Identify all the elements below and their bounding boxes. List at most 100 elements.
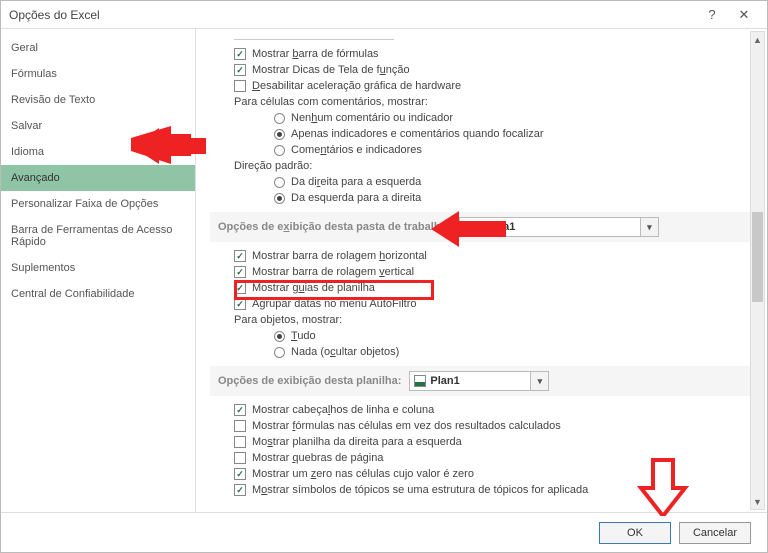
radio-icon[interactable] [274,331,285,342]
option-sheet-rtl[interactable]: Mostrar planilha da direita para a esque… [210,434,753,450]
checkbox-icon[interactable] [234,468,246,480]
sheet-icon [414,375,426,387]
radio-icon[interactable] [274,177,285,188]
checkbox-icon[interactable] [234,266,246,278]
sidebar-item-faixa[interactable]: Personalizar Faixa de Opções [1,191,195,217]
option-label: Mostrar guias de planilha [252,282,375,294]
option-label: Mostrar Dicas de Tela de função [252,64,410,76]
category-sidebar: Geral Fórmulas Revisão de Texto Salvar I… [1,29,196,512]
scroll-up-icon[interactable]: ▲ [751,32,764,47]
direction-heading: Direção padrão: [210,158,753,174]
checkbox-icon[interactable] [234,80,246,92]
sidebar-item-barra-acesso[interactable]: Barra de Ferramentas de Acesso Rápido [1,217,195,255]
checkbox-icon[interactable] [234,404,246,416]
radio-icon[interactable] [274,129,285,140]
option-formula-bar[interactable]: Mostrar barra de fórmulas [210,46,753,62]
chevron-down-icon[interactable]: ▾ [530,372,548,390]
help-button[interactable]: ? [697,5,727,25]
comments-heading: Para células com comentários, mostrar: [210,94,753,110]
checkbox-icon[interactable] [234,48,246,60]
option-show-formulas[interactable]: Mostrar fórmulas nas células em vez dos … [210,418,753,434]
checkbox-icon[interactable] [234,452,246,464]
cancel-button[interactable]: Cancelar [679,522,751,544]
separator [234,39,394,40]
option-row-col-headers[interactable]: Mostrar cabeçalhos de linha e coluna [210,402,753,418]
titlebar: Opções do Excel ? ✕ [1,1,767,29]
sidebar-item-geral[interactable]: Geral [1,35,195,61]
dropdown-value: X Pasta1 [464,221,523,233]
workbook-dropdown[interactable]: X Pasta1 ▾ [459,217,659,237]
option-label: Mostrar cabeçalhos de linha e coluna [252,404,434,416]
option-direction-ltr[interactable]: Da esquerda para a direita [210,190,753,206]
vertical-scrollbar[interactable]: ▲ ▼ [750,31,765,510]
checkbox-icon[interactable] [234,420,246,432]
checkbox-icon[interactable] [234,298,246,310]
scroll-down-icon[interactable]: ▼ [751,494,764,509]
option-label: Nenhum comentário ou indicador [291,112,453,124]
option-h-scroll[interactable]: Mostrar barra de rolagem horizontal [210,248,753,264]
option-label: Comentários e indicadores [291,144,422,156]
option-label: Mostrar barra de fórmulas [252,48,379,60]
checkbox-icon[interactable] [234,282,246,294]
dropdown-value: Plan1 [414,375,467,387]
sidebar-item-formulas[interactable]: Fórmulas [1,61,195,87]
option-label: Mostrar símbolos de tópicos se uma estru… [252,484,588,496]
option-disable-hw-accel[interactable]: Desabilitar aceleração gráfica de hardwa… [210,78,753,94]
option-comments-none[interactable]: Nenhum comentário ou indicador [210,110,753,126]
sheet-dropdown[interactable]: Plan1 ▾ [409,371,549,391]
radio-icon[interactable] [274,193,285,204]
section-workbook-display: Opções de exibição desta pasta de trabal… [210,212,753,242]
option-outline-symbols[interactable]: Mostrar símbolos de tópicos se uma estru… [210,482,753,498]
option-v-scroll[interactable]: Mostrar barra de rolagem vertical [210,264,753,280]
option-objects-none[interactable]: Nada (ocultar objetos) [210,344,753,360]
option-label: Da direita para a esquerda [291,176,421,188]
option-label: Apenas indicadores e comentários quando … [291,128,544,140]
option-label: Mostrar planilha da direita para a esque… [252,436,462,448]
option-label: Agrupar datas no menu AutoFiltro [252,298,417,310]
sidebar-item-avancado[interactable]: Avançado [1,165,195,191]
close-button[interactable]: ✕ [729,5,759,25]
option-label: Mostrar um zero nas células cujo valor é… [252,468,474,480]
excel-file-icon: X [464,221,476,233]
option-label: Mostrar quebras de página [252,452,383,464]
sidebar-item-idioma[interactable]: Idioma [1,139,195,165]
section-label: Opções de exibição desta pasta de trabal… [218,221,451,233]
option-label: Nada (ocultar objetos) [291,346,399,358]
option-screen-tips[interactable]: Mostrar Dicas de Tela de função [210,62,753,78]
option-label: Mostrar barra de rolagem vertical [252,266,414,278]
checkbox-icon[interactable] [234,250,246,262]
scroll-thumb[interactable] [752,212,763,302]
window-title: Opções do Excel [9,8,695,22]
option-direction-rtl[interactable]: Da direita para a esquerda [210,174,753,190]
option-comments-all[interactable]: Comentários e indicadores [210,142,753,158]
sidebar-item-revisao[interactable]: Revisão de Texto [1,87,195,113]
option-label: Da esquerda para a direita [291,192,421,204]
section-label: Opções de exibição desta planilha: [218,375,401,387]
objects-heading: Para objetos, mostrar: [210,312,753,328]
radio-icon[interactable] [274,145,285,156]
main-area: Geral Fórmulas Revisão de Texto Salvar I… [1,29,767,512]
sidebar-item-confiabilidade[interactable]: Central de Confiabilidade [1,281,195,307]
option-objects-all[interactable]: Tudo [210,328,753,344]
option-comments-hover[interactable]: Apenas indicadores e comentários quando … [210,126,753,142]
option-label: Desabilitar aceleração gráfica de hardwa… [252,80,461,92]
option-label: Mostrar barra de rolagem horizontal [252,250,427,262]
checkbox-icon[interactable] [234,64,246,76]
section-sheet-display: Opções de exibição desta planilha: Plan1… [210,366,753,396]
checkbox-icon[interactable] [234,484,246,496]
option-label: Mostrar fórmulas nas células em vez dos … [252,420,561,432]
chevron-down-icon[interactable]: ▾ [640,218,658,236]
sidebar-item-suplementos[interactable]: Suplementos [1,255,195,281]
sidebar-item-salvar[interactable]: Salvar [1,113,195,139]
option-label: Tudo [291,330,316,342]
ok-button[interactable]: OK [599,522,671,544]
option-page-breaks[interactable]: Mostrar quebras de página [210,450,753,466]
radio-icon[interactable] [274,113,285,124]
option-autofilter-dates[interactable]: Agrupar datas no menu AutoFiltro [210,296,753,312]
radio-icon[interactable] [274,347,285,358]
dialog-footer: OK Cancelar [1,512,767,552]
option-sheet-tabs[interactable]: Mostrar guias de planilha [210,280,753,296]
option-show-zero[interactable]: Mostrar um zero nas células cujo valor é… [210,466,753,482]
checkbox-icon[interactable] [234,436,246,448]
options-panel: Mostrar barra de fórmulas Mostrar Dicas … [196,29,767,512]
